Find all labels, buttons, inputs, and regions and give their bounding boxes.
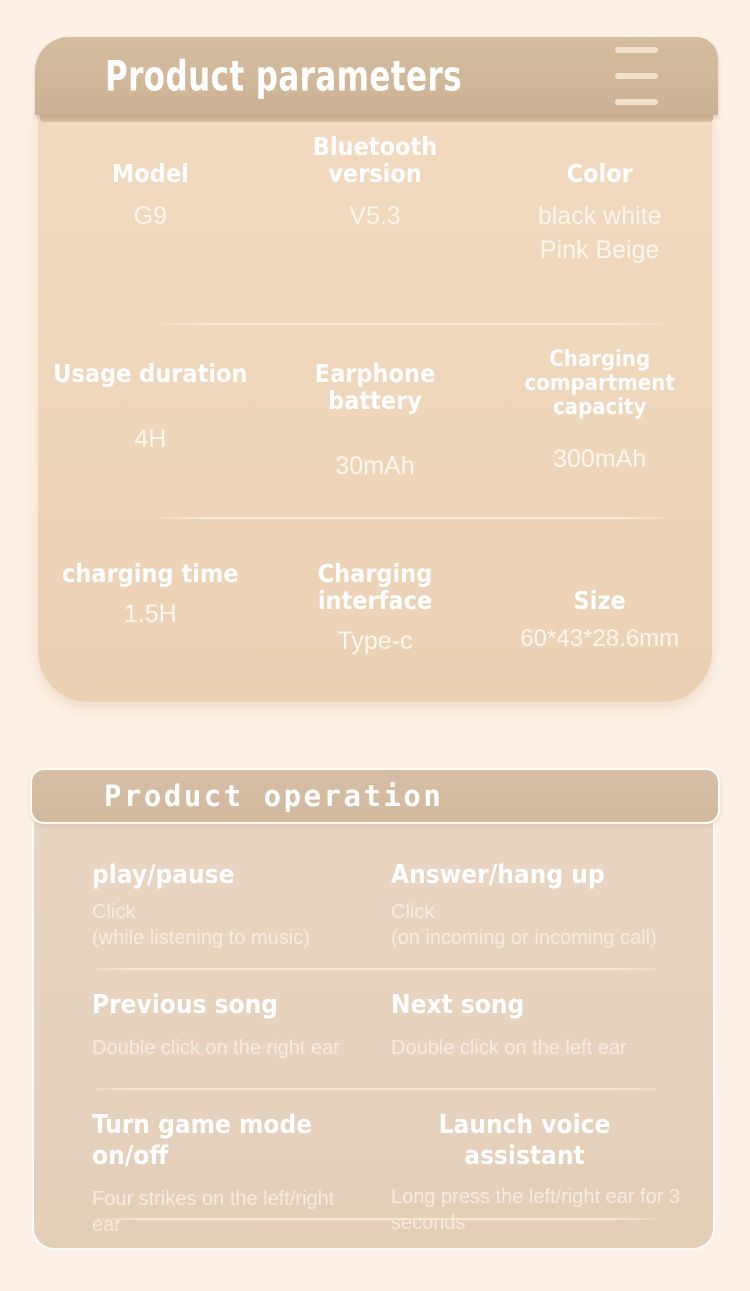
- param-cell-color: Color black white Pink Beige: [487, 160, 712, 267]
- operation-title: Launch voice assistant: [438, 1110, 611, 1171]
- param-value: 60*43*28.6mm: [520, 625, 680, 652]
- product-parameters-section: Product parameters Model G9 Bluetooth ve…: [0, 0, 750, 740]
- row-divider: [92, 968, 659, 970]
- operation-title: Next song: [391, 990, 525, 1020]
- hamburger-line-2: [615, 73, 658, 79]
- operation-description: Double click on the right ear: [92, 1037, 340, 1059]
- page-title: Product parameters: [105, 51, 463, 101]
- param-label: charging time: [62, 559, 239, 588]
- operation-title: Answer/hang up: [391, 860, 605, 890]
- param-cell-charging-time: charging time 1.5H: [38, 560, 263, 658]
- section-title: Product operation: [104, 779, 444, 813]
- param-value: 4H: [134, 425, 167, 453]
- param-cell-size: Size 60*43*28.6mm: [487, 560, 712, 658]
- operation-header-bar: Product operation: [30, 768, 720, 824]
- table-row: charging time 1.5H Charging interface Ty…: [38, 560, 712, 658]
- param-cell-bluetooth-version: Bluetooth version V5.3: [263, 133, 488, 267]
- param-value: V5.3: [349, 202, 401, 230]
- operation-cell-next-song: Next song Double click on the left ear: [349, 990, 713, 1061]
- param-label: Bluetooth version: [312, 132, 438, 188]
- parameters-header-bar: Product parameters: [35, 37, 718, 115]
- parameters-card: Model G9 Bluetooth version V5.3 Color bl…: [38, 112, 712, 702]
- operation-cell-play-pause: play/pause Click (while listening to mus…: [34, 860, 349, 951]
- param-value: G9: [133, 202, 168, 230]
- operation-description: Click (while listening to music): [92, 901, 310, 949]
- param-value: 30mAh: [335, 452, 415, 480]
- operation-cell-previous-song: Previous song Double click on the right …: [34, 990, 349, 1061]
- param-cell-earphone-battery: Earphone battery 30mAh: [263, 360, 488, 483]
- param-value: 1.5H: [123, 600, 177, 628]
- param-value: black white Pink Beige: [537, 202, 662, 264]
- hamburger-menu-icon[interactable]: [615, 47, 658, 105]
- row-divider: [158, 323, 668, 325]
- param-label: Earphone battery: [314, 359, 436, 415]
- table-row: Model G9 Bluetooth version V5.3 Color bl…: [38, 133, 712, 267]
- param-value: Type-c: [337, 627, 413, 655]
- param-label: Color: [566, 159, 633, 188]
- operation-card: play/pause Click (while listening to mus…: [32, 822, 715, 1250]
- param-label: Charging compartment capacity: [524, 347, 675, 420]
- param-label: Size: [573, 586, 626, 615]
- param-cell-charging-interface: Charging interface Type-c: [263, 560, 488, 658]
- row-divider: [158, 517, 668, 519]
- param-cell-model: Model G9: [38, 160, 263, 267]
- hamburger-line-3: [615, 99, 658, 105]
- param-label: Model: [111, 159, 189, 188]
- list-item: play/pause Click (while listening to mus…: [34, 860, 713, 951]
- param-value: 300mAh: [553, 445, 647, 473]
- operation-description: Long press the left/right ear for 3 seco…: [391, 1186, 681, 1234]
- operation-cell-answer-hangup: Answer/hang up Click (on incoming or inc…: [349, 860, 713, 951]
- list-item: Previous song Double click on the right …: [34, 990, 713, 1061]
- hamburger-line-1: [615, 47, 658, 53]
- row-divider: [92, 1088, 659, 1090]
- operation-description: Double click on the left ear: [391, 1037, 627, 1059]
- param-cell-usage-duration: Usage duration 4H: [38, 360, 263, 483]
- table-row: Usage duration 4H Earphone battery 30mAh…: [38, 348, 712, 483]
- operation-title: Turn game mode on/off: [92, 1110, 313, 1171]
- operation-title: Previous song: [92, 990, 278, 1020]
- param-cell-charging-compartment-capacity: Charging compartment capacity 300mAh: [487, 348, 712, 483]
- param-label: Usage duration: [53, 359, 248, 388]
- operation-description: Four strikes on the left/right ear: [92, 1188, 335, 1236]
- operation-description: Click (on incoming or incoming call): [391, 901, 657, 949]
- param-label: Charging interface: [317, 559, 433, 615]
- operation-title: play/pause: [92, 860, 235, 890]
- row-divider: [92, 1218, 659, 1220]
- product-operation-section: Product operation play/pause Click (whil…: [0, 740, 750, 1291]
